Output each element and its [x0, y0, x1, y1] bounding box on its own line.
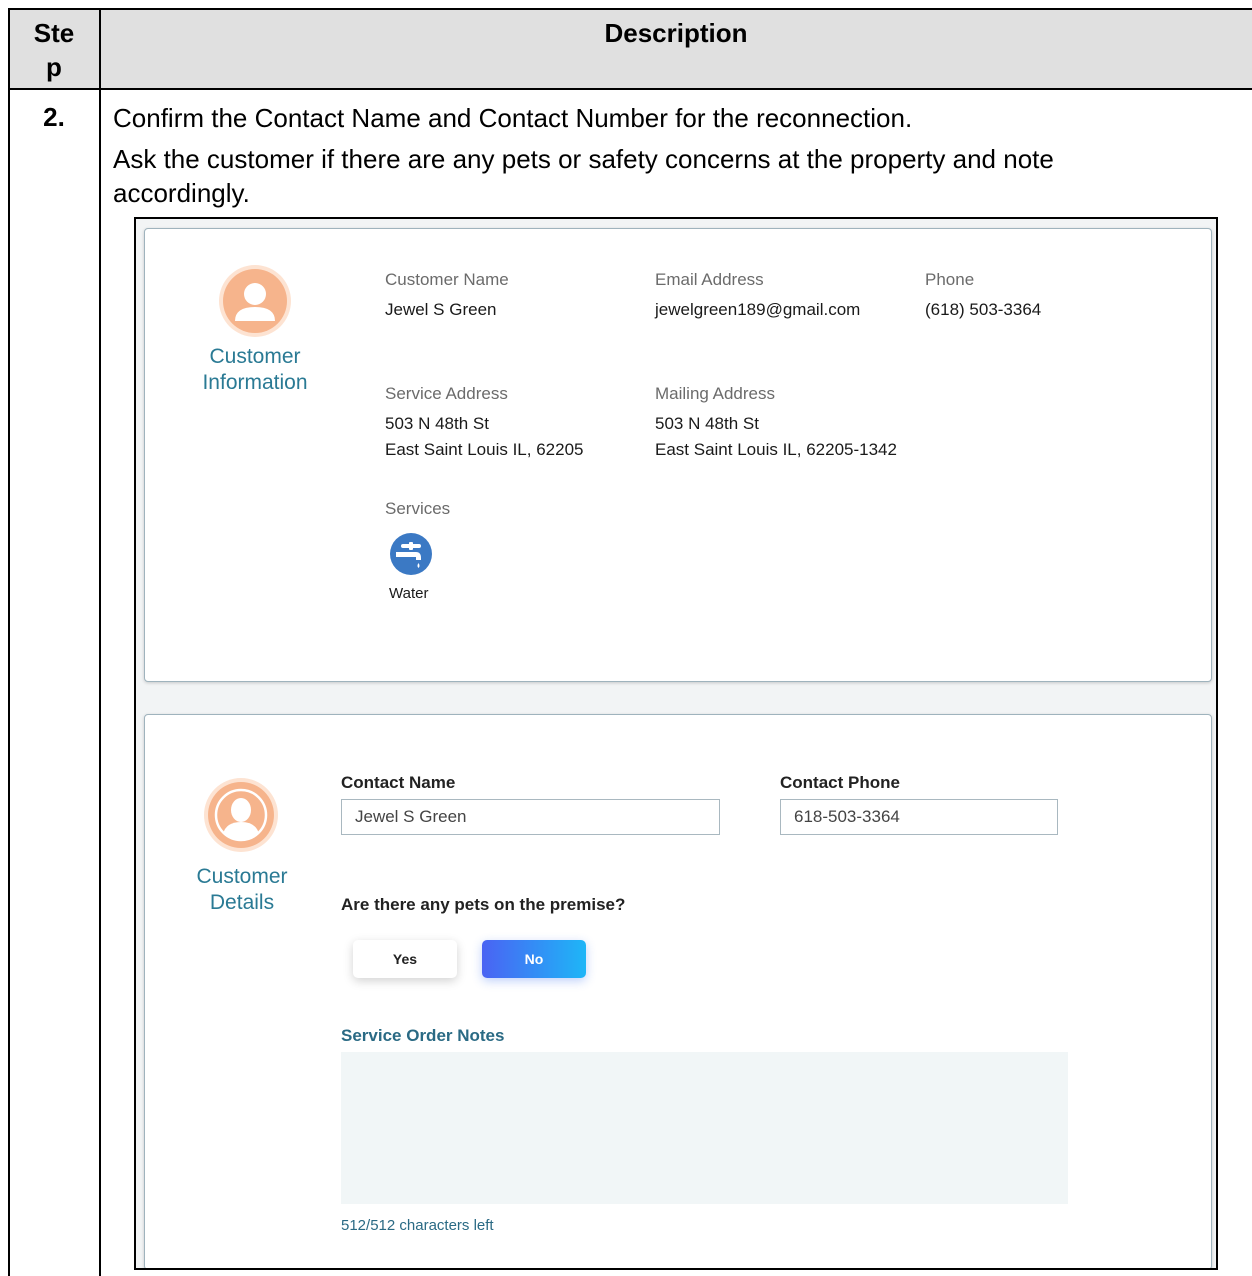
table-border-top [8, 8, 1252, 10]
app-screenshot: Customer Information Customer Name Jewel… [134, 217, 1218, 1270]
mailing-address-line-1: 503 N 48th St [655, 414, 759, 433]
phone-value: (618) 503-3364 [925, 300, 1042, 319]
pets-no-button[interactable]: No [482, 940, 586, 978]
customer-details-card: Customer Details Contact Name Jewel S Gr… [144, 714, 1212, 1268]
customer-name-label: Customer Name [385, 270, 509, 289]
customer-information-title: Customer Information [175, 344, 335, 396]
services-label: Services [385, 499, 451, 518]
header-step: Ste p [9, 16, 99, 84]
instruction-line-3: accordingly. [113, 178, 250, 208]
table-border-left [8, 8, 10, 1276]
service-address-label: Service Address [385, 384, 508, 403]
customer-details-title-line-1: Customer [196, 865, 288, 888]
customer-details-avatar-icon [208, 782, 274, 848]
mailing-address-line-2: East Saint Louis IL, 62205-1342 [655, 440, 897, 459]
phone-label: Phone [925, 270, 975, 289]
customer-details-title: Customer Details [162, 864, 322, 916]
instruction-line-2: Ask the customer if there are any pets o… [113, 144, 1054, 174]
characters-left-counter: 512/512 characters left [341, 1217, 494, 1234]
service-water-label: Water [389, 585, 429, 602]
customer-avatar-icon [223, 269, 287, 333]
pets-yes-button[interactable]: Yes [353, 940, 457, 978]
service-address-line-2: East Saint Louis IL, 62205 [385, 440, 584, 459]
step-number: 2. [43, 102, 65, 132]
contact-name-label: Contact Name [341, 773, 456, 792]
header-description: Description [604, 18, 748, 48]
email-value: jewelgreen189@gmail.com [655, 300, 861, 319]
service-address-line-1: 503 N 48th St [385, 414, 489, 433]
mailing-address-label: Mailing Address [655, 384, 776, 403]
contact-phone-input[interactable]: 618-503-3364 [780, 799, 1058, 835]
customer-information-title-line-2: Information [202, 371, 308, 394]
service-order-notes-label: Service Order Notes [341, 1026, 505, 1045]
customer-details-title-line-2: Details [209, 891, 275, 914]
table-border-header [8, 88, 1252, 90]
contact-name-input[interactable]: Jewel S Green [341, 799, 720, 835]
service-order-notes-textarea[interactable] [341, 1052, 1068, 1204]
table-border-column [99, 8, 101, 1276]
header-step-line-2: p [46, 52, 62, 82]
customer-information-card: Customer Information Customer Name Jewel… [144, 228, 1212, 682]
header-step-line-1: Ste [33, 18, 75, 48]
instruction-line-1: Confirm the Contact Name and Contact Num… [113, 103, 913, 133]
water-faucet-icon [390, 533, 432, 575]
email-label: Email Address [655, 270, 764, 289]
customer-name-value: Jewel S Green [385, 300, 497, 319]
contact-phone-label: Contact Phone [780, 773, 900, 792]
pets-question: Are there any pets on the premise? [341, 895, 626, 914]
customer-information-title-line-1: Customer [209, 345, 301, 368]
